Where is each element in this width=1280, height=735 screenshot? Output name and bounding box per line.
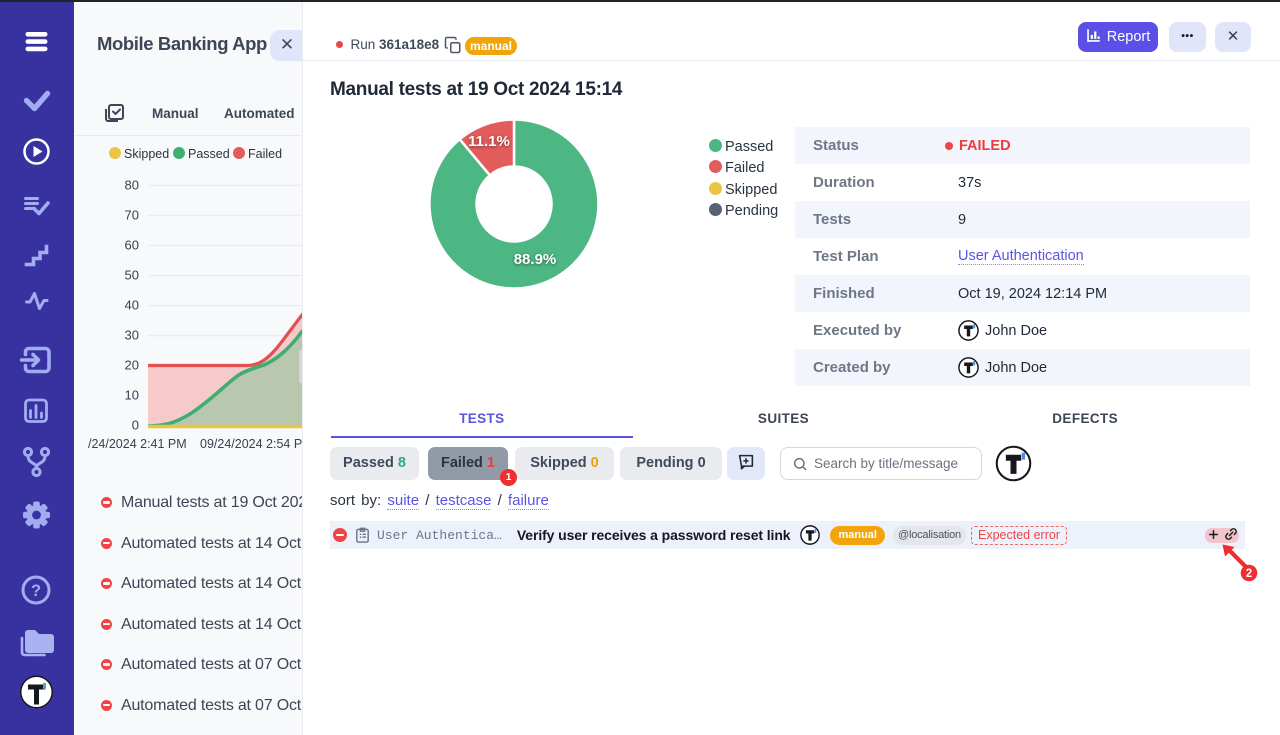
svg-text:30: 30 <box>125 328 139 343</box>
svg-text:70: 70 <box>125 208 139 223</box>
svg-text:0: 0 <box>132 418 139 433</box>
svg-text:80: 80 <box>125 178 139 193</box>
svg-text:60: 60 <box>125 238 139 253</box>
svg-text:2: 2 <box>1246 568 1252 580</box>
svg-text:50: 50 <box>125 268 139 283</box>
svg-text:?: ? <box>31 582 41 600</box>
svg-text:10: 10 <box>125 388 139 403</box>
svg-text:20: 20 <box>125 358 139 373</box>
svg-text:11.1%: 11.1% <box>468 133 510 150</box>
svg-text:40: 40 <box>125 298 139 313</box>
svg-text:88.9%: 88.9% <box>514 251 557 268</box>
